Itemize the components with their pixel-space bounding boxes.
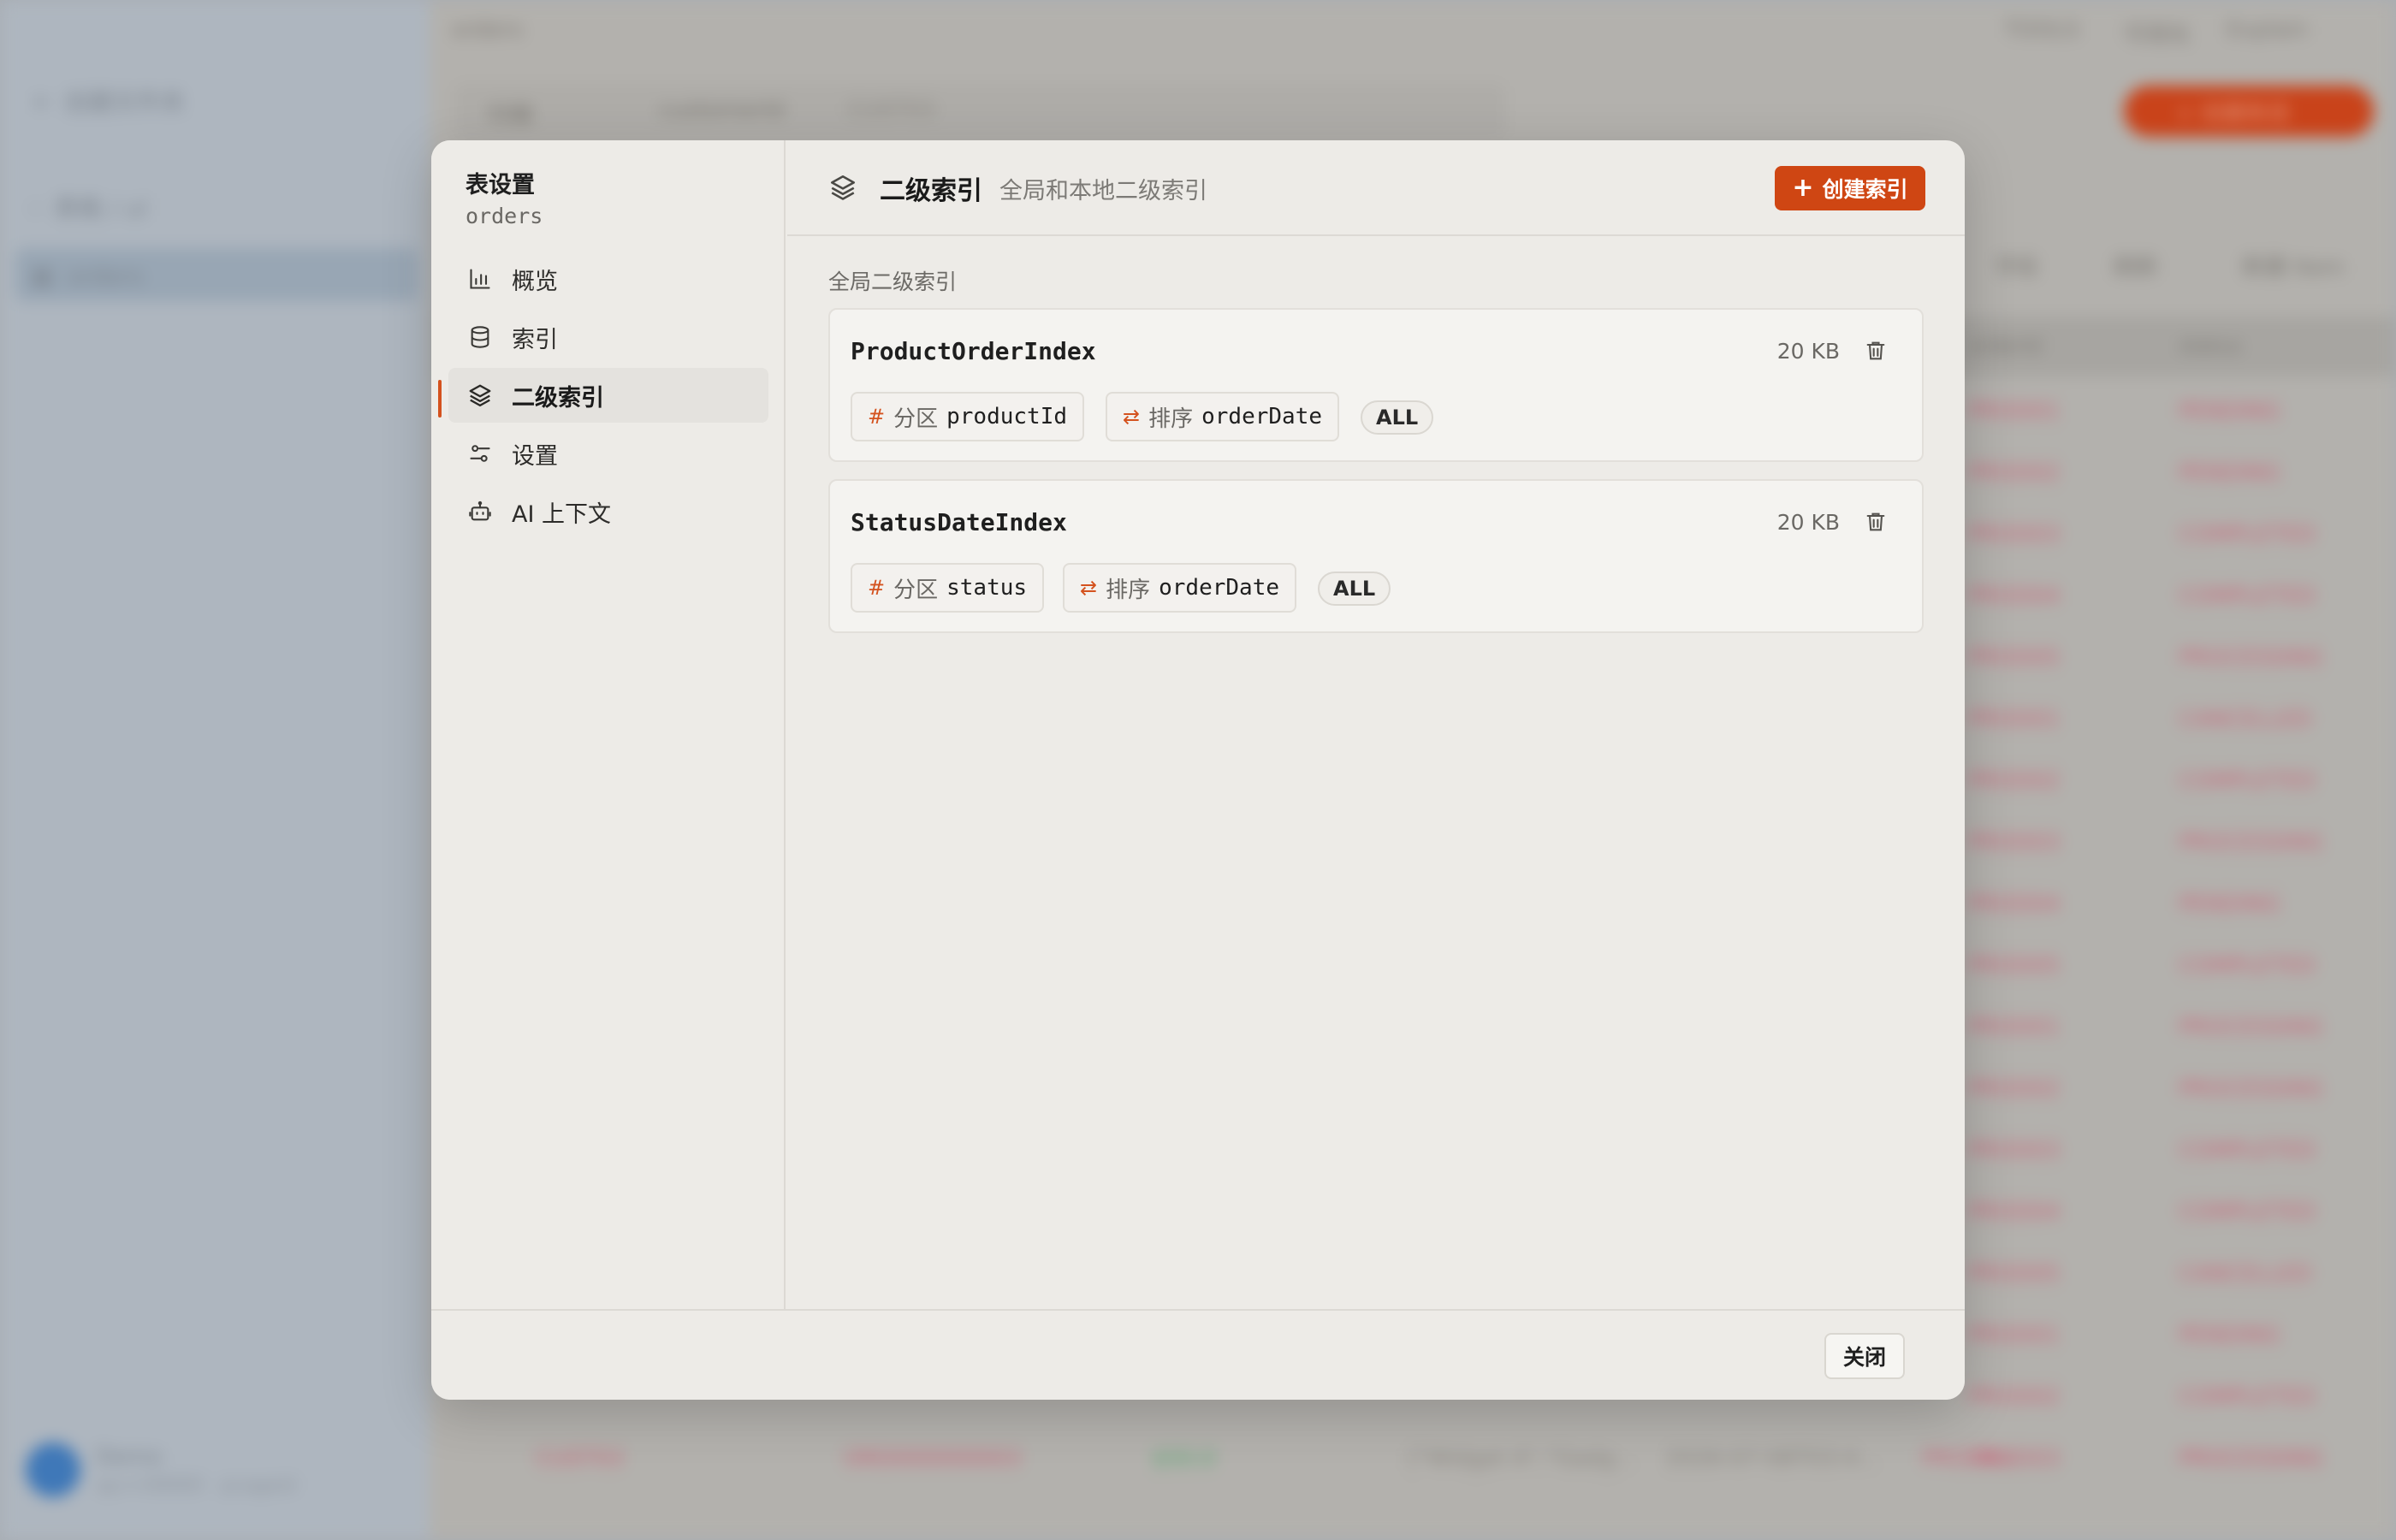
index-size: 20 KB [1776, 339, 1840, 364]
hash-icon: # [868, 576, 886, 600]
bg-status-cell: PROCESSING [2179, 1015, 2324, 1040]
projection-badge: ALL [1318, 572, 1391, 606]
group-label: 全局二级索引 [828, 270, 958, 294]
layers-icon [467, 382, 493, 408]
plus-icon: + [1792, 173, 1814, 203]
sliders-icon [467, 441, 493, 466]
bg-order-id-cell: PROD02 [1968, 1384, 2061, 1410]
bg-status-cell: PROCESSING [2179, 830, 2324, 856]
bg-order-id-cell: PROD04 [1968, 891, 2061, 917]
bg-create-item-button: + 创建条目 [2124, 86, 2374, 137]
avatar [26, 1442, 80, 1497]
bg-user-profile: Demo ap-ii-00000 · pcageid [26, 1442, 296, 1497]
bg-status-cell: PROCESSING [2179, 645, 2324, 671]
content-header: 二级索引 全局和本地二级索引 + 创建索引 [787, 140, 1965, 236]
bg-order-id-cell: PROD03 [1968, 522, 2061, 548]
swap-arrows-icon: ⇄ [1123, 405, 1141, 429]
robot-icon [467, 499, 493, 524]
index-card: StatusDateIndex 20 KB # 分区 status ⇄ 排序 o… [828, 479, 1924, 633]
table-name: orders [466, 204, 543, 228]
bg-order-id-cell: PROD05 [1968, 953, 2061, 979]
bg-order-id-cell: PROD05 [1968, 1261, 2061, 1287]
bg-sidebar-item-orders: ▦ orders [31, 261, 144, 290]
plus-icon: + [31, 86, 51, 116]
partition-key-chip: # 分区 productId [851, 392, 1085, 441]
bg-order-id-cell: PROD05 [1968, 645, 2061, 671]
bg-status-cell: CANCELLED [2179, 1261, 2312, 1287]
create-index-button[interactable]: + 创建索引 [1775, 166, 1925, 210]
bg-order-id-cell: PROD03 [1968, 830, 2061, 856]
active-indicator [438, 380, 442, 418]
background-sidebar: + 创建文件夹 › 表格 / ul ▦ orders Demo ap-ii-00… [0, 0, 430, 1540]
nav-item-indexes[interactable]: 索引 [448, 310, 768, 364]
bg-status-cell: COMPLETED [2179, 1138, 2316, 1164]
bg-status-cell: PENDING [2179, 399, 2280, 424]
bg-status-cell: PENDING [2179, 891, 2280, 917]
sort-key-chip: ⇄ 排序 orderDate [1106, 392, 1340, 441]
nav-item-secondary-indexes[interactable]: 二级索引 [438, 368, 768, 423]
bg-status-cell: COMPLETED [2179, 768, 2316, 794]
bg-status-cell: COMPLETED [2179, 953, 2316, 979]
index-name: StatusDateIndex [851, 508, 1067, 536]
database-icon [467, 324, 493, 350]
dialog-footer: 关闭 [431, 1309, 1965, 1400]
hash-icon: # [868, 405, 886, 429]
bg-status-cell: CANCELLED [2179, 707, 2312, 732]
bg-status-cell: COMPLETED [2179, 1384, 2316, 1410]
projection-badge: ALL [1361, 400, 1434, 435]
bg-status-cell: COMPLETED [2179, 1199, 2316, 1225]
index-name: ProductOrderIndex [851, 337, 1096, 365]
trash-icon [1866, 341, 1885, 360]
index-size: 20 KB [1776, 510, 1840, 535]
bg-order-id-cell: PROD01 [1968, 707, 2061, 732]
bg-order-id-cell: PROD03 [1968, 1138, 2061, 1164]
table-icon: ▦ [31, 261, 54, 290]
nav-item-settings[interactable]: 设置 [448, 426, 768, 481]
bg-status-cell: COMPLETED [2179, 583, 2316, 609]
partition-key-chip: # 分区 status [851, 563, 1045, 613]
table-settings-dialog: 表设置 orders 概览 索引 二级索引 设置 AI 上下文 二级索引 全局和… [431, 140, 1965, 1400]
bg-status-cell: PENDING [2179, 1323, 2280, 1348]
section-description: 全局和本地二级索引 [999, 178, 1207, 204]
swap-arrows-icon: ⇄ [1080, 576, 1098, 600]
bg-status-cell: PROCESSING [2179, 1076, 2324, 1102]
bar-chart-icon [467, 266, 493, 292]
nav-item-ai-context[interactable]: AI 上下文 [448, 484, 768, 539]
bg-filter-bar: 扫描 customerId CUST03 [454, 84, 1506, 139]
bg-order-id-cell: PROD02 [1968, 460, 2061, 486]
bg-order-id-cell: PROD02 [1968, 768, 2061, 794]
bg-status-cell: COMPLETED [2179, 522, 2316, 548]
bg-order-id-cell: PROD04 [1968, 583, 2061, 609]
nav-item-overview[interactable]: 概览 [448, 252, 768, 306]
bg-order-id-cell: PROD02 [1968, 1076, 2061, 1102]
delete-index-button[interactable] [1864, 339, 1889, 364]
close-button[interactable]: 关闭 [1824, 1333, 1905, 1379]
sort-key-chip: ⇄ 排序 orderDate [1063, 563, 1297, 613]
bg-sidebar-item-create-folder: + 创建文件夹 [31, 86, 185, 117]
layers-icon [828, 173, 857, 202]
bg-order-id-cell: PROD04 [1968, 1199, 2061, 1225]
bg-order-id-cell: PROD01 [1968, 399, 2061, 424]
dialog-title: 表设置 [466, 172, 535, 198]
bg-order-id-cell: PROD01 [1968, 1323, 2061, 1348]
bg-table-row: CUST03 ORD000000003 $50.0 ["Widget A","G… [436, 1427, 2396, 1489]
trash-icon [1866, 512, 1885, 531]
section-title: 二级索引 [880, 176, 982, 206]
delete-index-button[interactable] [1864, 510, 1889, 536]
settings-sidebar: 表设置 orders 概览 索引 二级索引 设置 AI 上下文 [431, 140, 786, 1309]
bg-order-id-cell: PROD01 [1968, 1015, 2061, 1040]
bg-status-cell: PENDING [2179, 460, 2280, 486]
bg-sidebar-item-tables: › 表格 / ul [31, 192, 147, 223]
bg-page-title: orders [452, 17, 523, 43]
index-card: ProductOrderIndex 20 KB # 分区 productId ⇄… [828, 308, 1924, 462]
chevron-right-icon: › [31, 192, 41, 222]
